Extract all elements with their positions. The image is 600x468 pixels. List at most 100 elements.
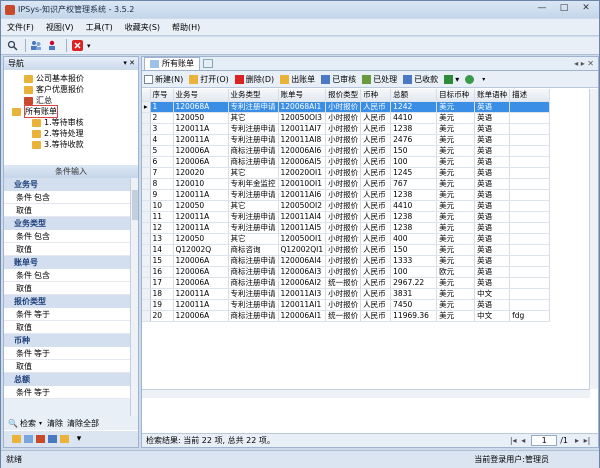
table-cell[interactable]: 120011AI5 (278, 222, 327, 234)
table-cell[interactable]: 英语 (474, 189, 511, 201)
export-excel-icon[interactable]: ▾ (444, 74, 459, 84)
row-selector[interactable] (142, 112, 151, 124)
row-selector[interactable] (142, 255, 151, 267)
table-cell[interactable]: 其它 (228, 200, 279, 212)
table-cell[interactable]: 7 (150, 167, 174, 179)
report-icon[interactable] (36, 435, 45, 443)
table-cell[interactable]: 英语 (474, 156, 511, 168)
condition-row[interactable]: 条件 等于 (4, 308, 138, 321)
table-row[interactable]: 2 120050 其它 120050OI3 小时报价 人民币 4410 美元 英语 (142, 112, 551, 124)
table-cell[interactable]: 19 (150, 299, 174, 311)
row-selector[interactable] (142, 288, 151, 300)
table-cell[interactable]: 人民币 (360, 266, 392, 278)
table-cell[interactable]: 120020OI1 (278, 167, 327, 179)
table-cell[interactable]: 人民币 (360, 255, 392, 267)
table-row[interactable]: 13 120050 其它 120050OI1 小时报价 人民币 400 美元 英语 (142, 233, 551, 245)
table-cell[interactable]: 1 (150, 101, 174, 113)
table-cell[interactable]: 中文 (474, 310, 511, 322)
table-cell[interactable]: 120011A (173, 222, 229, 234)
table-cell[interactable] (509, 211, 551, 223)
table-cell[interactable]: 120011A (173, 134, 229, 146)
table-cell[interactable]: 专利注册申请 (228, 211, 279, 223)
delete-button[interactable]: 删除(D) (234, 74, 274, 85)
table-cell[interactable]: 美元 (436, 156, 476, 168)
table-cell[interactable] (509, 156, 551, 168)
row-selector[interactable] (142, 277, 151, 289)
grid-icon[interactable] (24, 435, 33, 443)
table-cell[interactable]: Q12002QI1 (278, 244, 327, 256)
table-row[interactable]: 9 120011A 专利注册申请 120011AI6 小时报价 人民币 1238 美元 英语 (142, 189, 551, 201)
table-cell[interactable]: 17 (150, 277, 174, 289)
table-cell[interactable]: 人民币 (360, 123, 392, 135)
table-cell[interactable]: 3 (150, 123, 174, 135)
table-cell[interactable]: 商标注册申请 (228, 156, 279, 168)
condition-value[interactable]: 等于 (34, 308, 50, 320)
condition-row[interactable]: 条件 等于 (4, 386, 138, 399)
row-selector[interactable] (142, 299, 151, 311)
table-cell[interactable]: 英语 (474, 101, 511, 113)
condition-value[interactable]: 包含 (34, 191, 50, 203)
clear-all-button[interactable]: 清除全部 (67, 418, 99, 429)
row-selector[interactable] (142, 310, 151, 322)
next-page-button[interactable]: ▸ (572, 436, 582, 445)
table-cell[interactable]: 120006A (173, 277, 229, 289)
row-selector[interactable] (142, 189, 151, 201)
table-cell[interactable] (509, 178, 551, 190)
table-cell[interactable]: 美元 (436, 167, 476, 179)
table-cell[interactable] (509, 134, 551, 146)
table-cell[interactable]: 专利注册申请 (228, 189, 279, 201)
table-cell[interactable]: 120006AI2 (278, 277, 327, 289)
condition-value[interactable]: 等于 (34, 347, 50, 359)
table-cell[interactable]: 人民币 (360, 288, 392, 300)
user-manage-icon[interactable] (46, 39, 60, 53)
prev-page-button[interactable]: ◂ (518, 436, 528, 445)
table-cell[interactable]: 美元 (436, 134, 476, 146)
table-cell[interactable]: 专利注册申请 (228, 123, 279, 135)
column-header[interactable]: 币种 (360, 89, 392, 102)
new-button[interactable]: 新建(N) (144, 74, 183, 85)
nav-tree-item[interactable]: 客户优惠报价 (8, 84, 138, 95)
condition-value[interactable]: 包含 (34, 230, 50, 242)
table-cell[interactable]: 9 (150, 189, 174, 201)
table-cell[interactable]: 4 (150, 134, 174, 146)
table-row[interactable]: 18 120011A 专利注册申请 120011AI3 小时报价 人民币 3831 美元 中文 (142, 288, 551, 300)
column-header[interactable]: 序号 (150, 89, 174, 102)
table-cell[interactable]: 100 (390, 266, 438, 278)
table-cell[interactable]: 2 (150, 112, 174, 124)
table-cell[interactable]: 4410 (390, 112, 438, 124)
menu-help[interactable]: 帮助(H) (166, 22, 206, 33)
table-cell[interactable]: 美元 (436, 178, 476, 190)
table-cell[interactable]: 英语 (474, 167, 511, 179)
table-cell[interactable]: 美元 (436, 123, 476, 135)
minimize-button[interactable]: — (531, 1, 553, 16)
table-cell[interactable]: 英语 (474, 200, 511, 212)
table-cell[interactable]: 1333 (390, 255, 438, 267)
table-cell[interactable]: 120006A (173, 145, 229, 157)
table-cell[interactable]: 美元 (436, 299, 476, 311)
table-cell[interactable]: 4410 (390, 200, 438, 212)
table-cell[interactable]: 人民币 (360, 189, 392, 201)
refresh-icon[interactable] (465, 74, 476, 84)
table-cell[interactable]: 小时报价 (325, 123, 362, 135)
row-selector[interactable] (142, 222, 151, 234)
table-cell[interactable]: 美元 (436, 145, 476, 157)
condition-value[interactable]: 包含 (34, 269, 50, 281)
processed-button[interactable]: 已处理 (362, 74, 397, 85)
table-row[interactable]: 4 120011A 专利注册申请 120011AI8 小时报价 人民币 2476 美元 英语 (142, 134, 551, 146)
table-cell[interactable]: 120010 (173, 178, 229, 190)
table-cell[interactable]: 120006A (173, 266, 229, 278)
nav-tree-item[interactable]: 所有账单 (8, 105, 138, 118)
table-cell[interactable]: 商标咨询 (228, 244, 279, 256)
table-cell[interactable]: 美元 (436, 222, 476, 234)
grid-vertical-scrollbar[interactable] (589, 89, 598, 389)
condition-row[interactable]: 取值 (4, 321, 138, 334)
grid-horizontal-scrollbar[interactable] (142, 389, 590, 398)
table-cell[interactable]: 人民币 (360, 101, 392, 113)
table-cell[interactable]: 小时报价 (325, 288, 362, 300)
last-page-button[interactable]: ▸| (582, 436, 592, 445)
table-cell[interactable]: 人民币 (360, 145, 392, 157)
table-cell[interactable]: 2967.22 (390, 277, 438, 289)
table-cell[interactable]: 120011A (173, 299, 229, 311)
table-cell[interactable]: 小时报价 (325, 167, 362, 179)
table-cell[interactable]: 人民币 (360, 112, 392, 124)
